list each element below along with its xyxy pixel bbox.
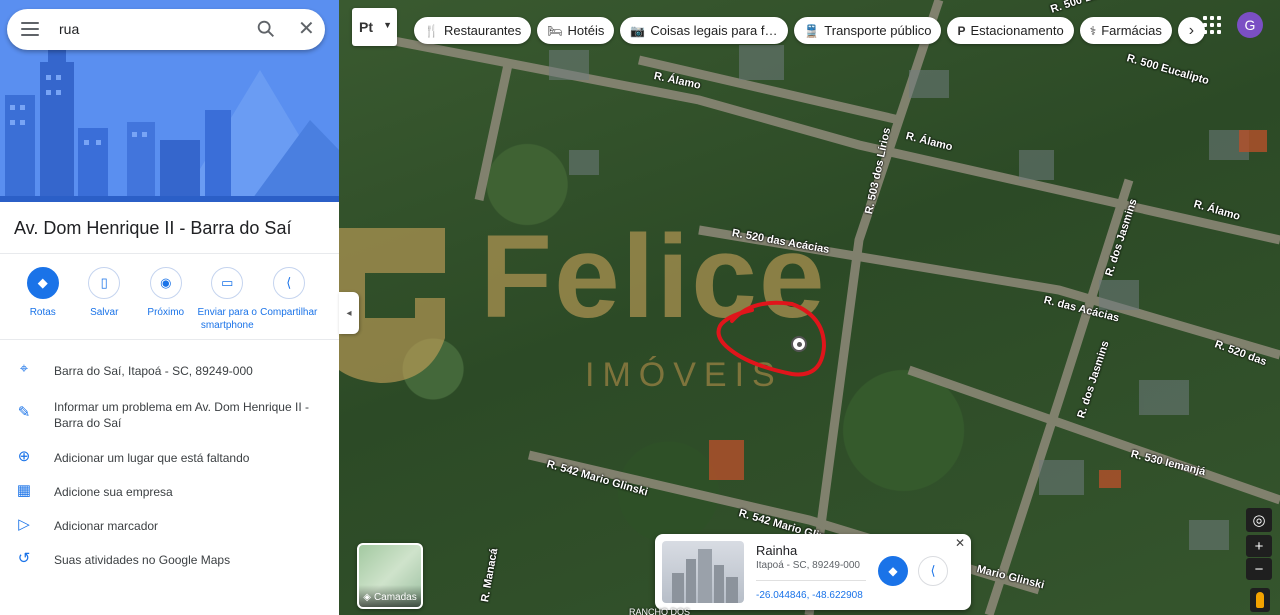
label-icon: ▷: [18, 516, 30, 533]
chip-label: Restaurantes: [443, 23, 522, 38]
list-item-text: Adicione sua empresa: [54, 485, 173, 499]
edit-icon: ✎: [17, 404, 31, 421]
zoom-in-button[interactable]: +: [1246, 535, 1272, 557]
directions-icon: ◆: [888, 564, 898, 578]
chip-label: Hotéis: [567, 23, 605, 38]
list-item-add-label[interactable]: ▷ Adicionar marcador: [0, 511, 339, 545]
chip-transporte-publico[interactable]: 🚆 Transporte público: [794, 17, 942, 44]
collapse-panel-button[interactable]: ◂: [339, 292, 359, 334]
place-thumbnail: [662, 541, 744, 603]
action-label: Salvar: [90, 307, 119, 318]
satellite-map[interactable]: R. 500 Eucalipto R. 500 Eucalipto R. Ála…: [339, 0, 1280, 615]
restaurant-icon: 🍴: [424, 23, 439, 38]
layers-button[interactable]: ◈ Camadas: [357, 543, 423, 609]
transit-icon: 🚆: [804, 23, 820, 38]
history-icon: ↺: [17, 550, 31, 567]
chip-farmacias[interactable]: ⚕ Farmácias: [1079, 17, 1172, 44]
category-chips: 🍴 Restaurantes 🛏 Hotéis 📷 Coisas legais …: [414, 17, 1205, 44]
chevron-left-icon: ◂: [346, 307, 352, 319]
list-item-address[interactable]: ⌖ Barra do Saí, Itapoá - SC, 89249-000: [0, 355, 339, 389]
card-directions-button[interactable]: ◆: [878, 556, 908, 586]
search-input[interactable]: [59, 19, 229, 39]
parking-icon: P: [957, 23, 966, 38]
location-marker-icon[interactable]: [791, 336, 807, 352]
red-circle-annotation: [716, 300, 827, 377]
list-item-activity[interactable]: ↺ Suas atividades no Google Maps: [0, 545, 339, 579]
action-label: Próximo: [147, 307, 185, 318]
card-place-name: Rainha: [756, 543, 798, 558]
list-item-text: Adicionar marcador: [54, 519, 159, 533]
card-share-button[interactable]: ⟨: [918, 556, 948, 586]
list-item-add-business[interactable]: ▦ Adicione sua empresa: [0, 477, 339, 511]
search-box[interactable]: ✕: [7, 9, 325, 50]
layers-label: Camadas: [373, 592, 417, 603]
chip-restaurantes[interactable]: 🍴 Restaurantes: [414, 17, 532, 44]
chip-label: Coisas legais para fazer: [650, 23, 779, 38]
list-item-text: Adicionar um lugar que está faltando: [54, 451, 250, 465]
action-label: Rotas: [29, 307, 56, 318]
add-place-icon: ⊕: [17, 448, 31, 465]
action-label: Compartilhar: [260, 307, 318, 318]
watermark: Felice IMÓVEIS: [339, 218, 970, 398]
chip-label: Transporte público: [824, 23, 932, 38]
caret-down-icon: ▼: [383, 20, 392, 30]
add-business-icon: ▦: [16, 482, 32, 499]
list-item-report-problem[interactable]: ✎ Informar um problema em Av. Dom Henriq…: [0, 393, 339, 443]
card-place-address: Itapoá - SC, 89249-000: [756, 560, 860, 571]
share-icon: ⟨: [930, 563, 936, 578]
hotel-icon: 🛏: [547, 23, 563, 38]
action-row: ◆ Rotas ▯ Salvar ◉ Próximo ▭ Enviar para…: [12, 267, 320, 332]
chip-coisas-legais[interactable]: 📷 Coisas legais para fazer: [620, 17, 789, 44]
chevron-right-icon[interactable]: ›: [1177, 17, 1205, 44]
pharmacy-icon: ⚕: [1089, 23, 1097, 38]
map-mode-button[interactable]: Pt ▼: [352, 8, 397, 46]
zoom-out-button[interactable]: −: [1246, 558, 1272, 580]
chip-label: Estacionamento: [970, 23, 1064, 38]
chip-hoteis[interactable]: 🛏 Hotéis: [537, 17, 615, 44]
send-to-phone-icon: ▭: [211, 267, 244, 299]
pegman-icon[interactable]: [1250, 588, 1270, 612]
card-coordinates[interactable]: -26.044846, -48.622908: [756, 590, 863, 601]
chip-estacionamento[interactable]: P Estacionamento: [947, 17, 1074, 44]
page-title: Av. Dom Henrique II - Barra do Saí: [14, 218, 292, 238]
divider: [0, 339, 339, 340]
avatar[interactable]: G: [1237, 12, 1263, 38]
list-item-text: Barra do Saí, Itapoá - SC, 89249-000: [54, 364, 253, 378]
bookmark-icon: ▯: [88, 267, 121, 299]
location-pin-icon: ⌖: [19, 359, 29, 377]
list-item-text: Suas atividades no Google Maps: [54, 553, 231, 567]
menu-icon[interactable]: [21, 22, 39, 36]
camera-icon: 📷: [630, 23, 646, 38]
map-mode-label: Pt: [359, 19, 373, 35]
action-label: Enviar para o smartphone: [197, 307, 257, 331]
chip-label: Farmácias: [1101, 23, 1162, 38]
proximo-button[interactable]: ◉ Próximo: [135, 267, 197, 332]
divider: [0, 253, 339, 254]
directions-icon: ◆: [26, 267, 59, 299]
info-list: ⌖ Barra do Saí, Itapoá - SC, 89249-000 ✎…: [0, 355, 339, 579]
nearby-icon: ◉: [149, 267, 182, 299]
list-item-add-place[interactable]: ⊕ Adicionar um lugar que está faltando: [0, 443, 339, 477]
rotas-button[interactable]: ◆ Rotas: [12, 267, 74, 332]
compartilhar-button[interactable]: ⟨ Compartilhar: [258, 267, 320, 332]
card-close-icon[interactable]: ✕: [955, 536, 965, 550]
place-info-card[interactable]: Rainha Itapoá - SC, 89249-000 -26.044846…: [655, 534, 971, 610]
salvar-button[interactable]: ▯ Salvar: [74, 267, 136, 332]
layers-icon: ◈: [363, 592, 371, 603]
share-icon: ⟨: [272, 267, 305, 299]
list-item-text: Informar um problema em Av. Dom Henrique…: [54, 400, 309, 430]
my-location-icon[interactable]: ◎: [1246, 508, 1272, 532]
search-icon[interactable]: [255, 18, 277, 40]
side-panel: ✕ Av. Dom Henrique II - Barra do Saí ◆ R…: [0, 0, 339, 615]
send-to-phone-button[interactable]: ▭ Enviar para o smartphone: [197, 267, 259, 332]
apps-grid-icon[interactable]: [1203, 16, 1221, 34]
map-place-label: RANCHO DOS: [629, 607, 691, 615]
close-icon[interactable]: ✕: [298, 18, 315, 40]
